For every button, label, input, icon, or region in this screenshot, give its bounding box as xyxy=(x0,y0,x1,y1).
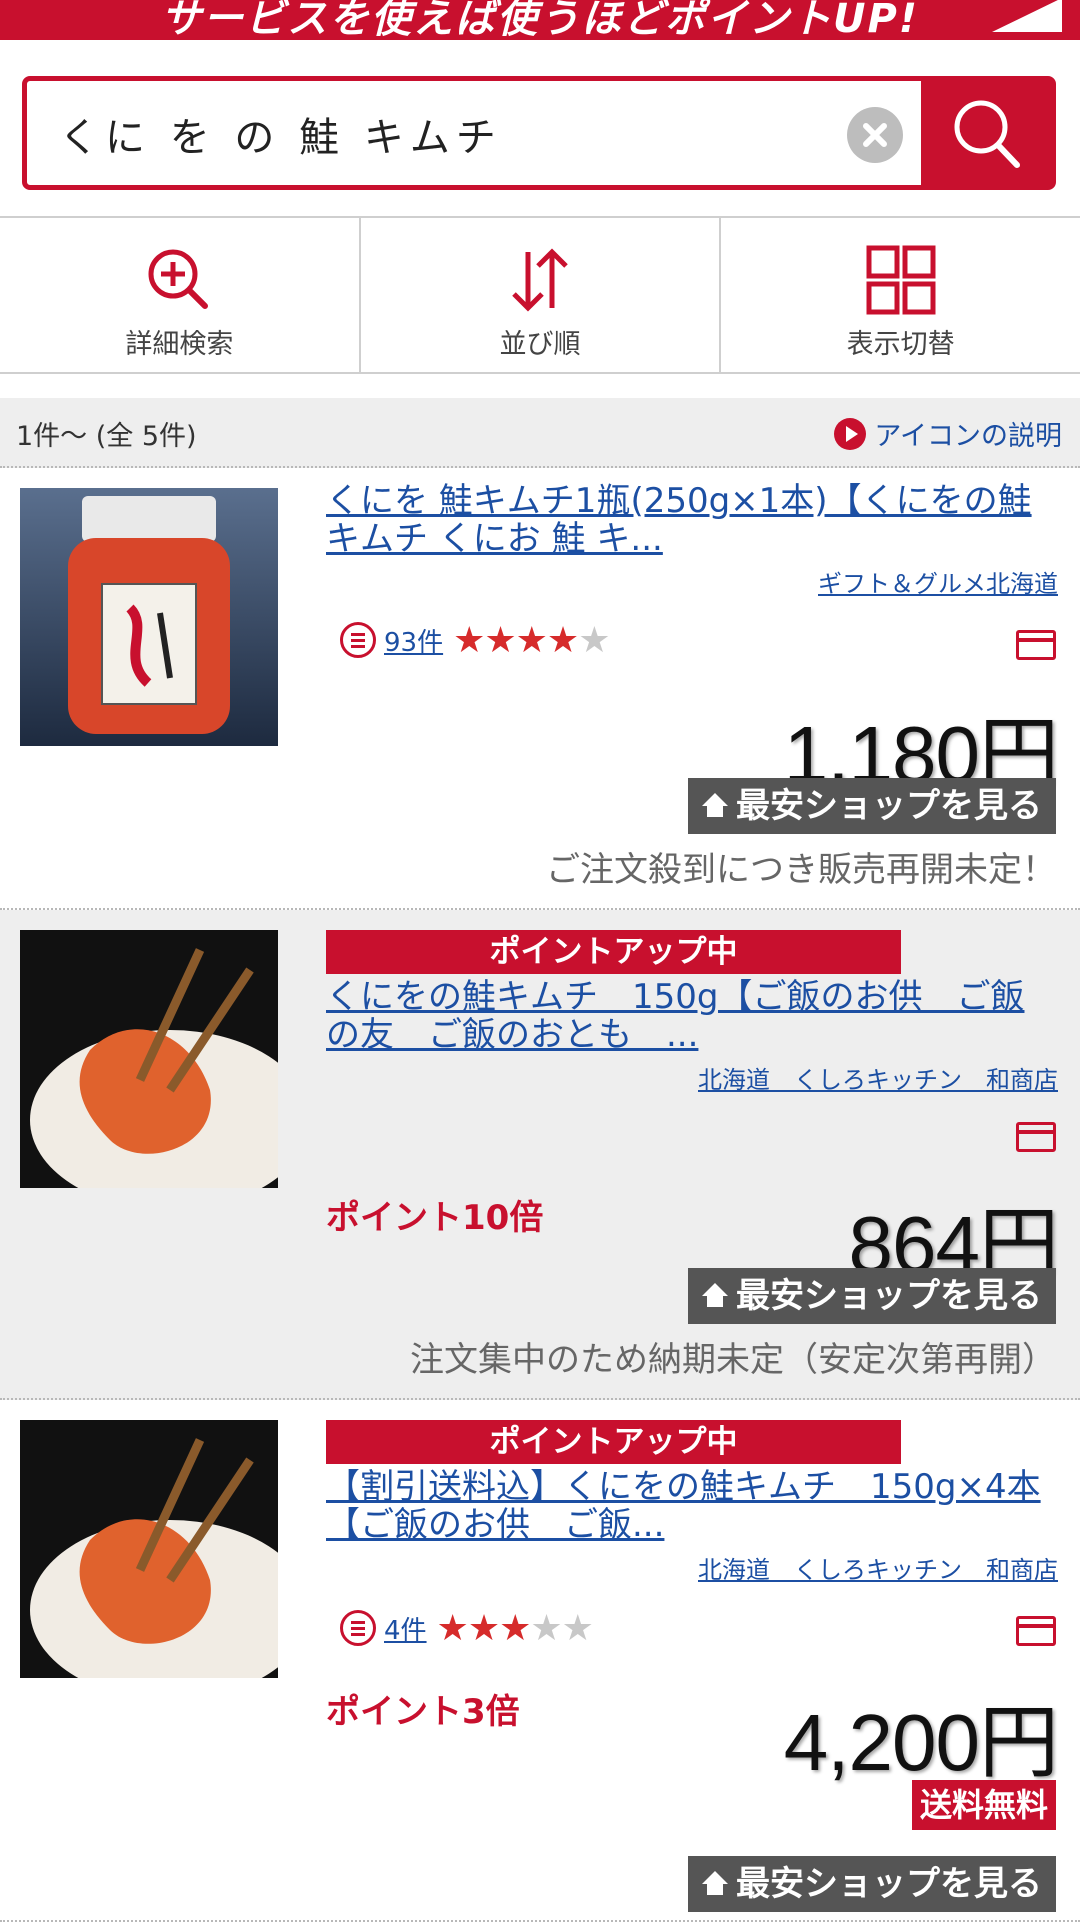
sort-arrows-icon xyxy=(512,248,568,312)
review-summary: 93件 ★★★★★ xyxy=(340,618,610,662)
point-up-banner: ポイントアップ中 xyxy=(326,1420,901,1464)
kimchi-jar-image xyxy=(20,488,278,746)
list-item: ポイントアップ中 【割引送料込】くにをの鮭キムチ 150g×4本【ご飯のお供 ご… xyxy=(0,1400,1080,1922)
cheapest-shop-label: 最安ショップを見る xyxy=(736,1864,1042,1904)
banner-corner-icon xyxy=(992,0,1062,32)
credit-card-icon xyxy=(1016,630,1056,660)
banner-text: サービスを使えば使うほどポイントUP! xyxy=(160,0,920,40)
credit-card-icon xyxy=(1016,1616,1056,1646)
toolbar: 詳細検索 並び順 表示切替 xyxy=(0,216,1080,374)
sort-label: 並び順 xyxy=(499,329,581,360)
review-icon xyxy=(340,622,376,658)
cheapest-shop-label: 最安ショップを見る xyxy=(736,1276,1042,1316)
search-bar xyxy=(22,76,1056,190)
view-toggle-button[interactable]: 表示切替 xyxy=(719,218,1080,372)
sort-button[interactable]: 並び順 xyxy=(358,218,720,372)
product-image[interactable] xyxy=(20,488,278,746)
search-input[interactable] xyxy=(57,81,841,187)
credit-card-icon xyxy=(1016,1122,1056,1152)
top-promo-banner[interactable]: サービスを使えば使うほどポイントUP! xyxy=(0,0,1080,40)
result-count: 1件〜 (全 5件) xyxy=(16,421,197,452)
cheapest-shop-button[interactable]: 最安ショップを見る xyxy=(688,778,1056,834)
clear-search-button[interactable] xyxy=(847,107,903,163)
icon-help-link[interactable]: アイコンの説明 xyxy=(834,414,1062,453)
review-count-link[interactable]: 4件 xyxy=(384,1610,427,1647)
search-icon xyxy=(954,100,1020,168)
product-title-link[interactable]: 【割引送料込】くにをの鮭キムチ 150g×4本【ご飯のお供 ご飯... xyxy=(326,1468,1056,1544)
detail-search-label: 詳細検索 xyxy=(125,329,234,360)
home-icon xyxy=(702,1283,728,1307)
stock-note: 注文集中のため納期未定（安定次第再開） xyxy=(410,1340,1056,1380)
point-multiplier: ポイント3倍 xyxy=(326,1692,520,1732)
home-icon xyxy=(702,1871,728,1895)
cheapest-shop-label: 最安ショップを見る xyxy=(736,786,1042,826)
product-image[interactable] xyxy=(20,1420,278,1678)
list-item: くにを 鮭キムチ1瓶(250g×1本)【くにをの鮭キムチ くにお 鮭 キ... … xyxy=(0,468,1080,910)
stock-note: ご注文殺到につき販売再開未定！ xyxy=(546,850,1056,890)
star-rating: ★★★★★ xyxy=(453,619,610,661)
product-title-link[interactable]: くにをの鮭キムチ 150g【ご飯のお供 ご飯の友 ご飯のおとも ... xyxy=(326,978,1056,1054)
detail-search-button[interactable]: 詳細検索 xyxy=(0,218,359,372)
search-button[interactable] xyxy=(921,81,1051,185)
list-item: ポイントアップ中 くにをの鮭キムチ 150g【ご飯のお供 ご飯の友 ご飯のおとも… xyxy=(0,910,1080,1400)
kimchi-dish-image xyxy=(20,1420,278,1678)
zoom-in-icon xyxy=(148,249,209,309)
star-rating: ★★★★★ xyxy=(436,1607,594,1649)
cheapest-shop-button[interactable]: 最安ショップを見る xyxy=(688,1856,1056,1912)
icon-help-label: アイコンの説明 xyxy=(874,421,1062,452)
grid-icon xyxy=(866,245,936,315)
result-count-bar: 1件〜 (全 5件) アイコンの説明 xyxy=(0,398,1080,468)
price: 4,200円 xyxy=(783,1698,1059,1787)
cheapest-shop-button[interactable]: 最安ショップを見る xyxy=(688,1268,1056,1324)
play-icon xyxy=(834,418,867,450)
free-shipping-badge: 送料無料 xyxy=(911,1780,1056,1830)
product-title-link[interactable]: くにを 鮭キムチ1瓶(250g×1本)【くにをの鮭キムチ くにお 鮭 キ... xyxy=(326,482,1056,558)
shop-link[interactable]: 北海道 くしろキッチン 和商店 xyxy=(698,1550,1058,1585)
shop-link[interactable]: ギフト＆グルメ北海道 xyxy=(818,564,1058,599)
point-up-banner: ポイントアップ中 xyxy=(326,930,901,974)
home-icon xyxy=(702,793,728,817)
kimchi-dish-image xyxy=(20,930,278,1188)
view-toggle-label: 表示切替 xyxy=(846,329,955,360)
review-icon xyxy=(340,1610,376,1646)
review-count-link[interactable]: 93件 xyxy=(384,622,443,659)
product-image[interactable] xyxy=(20,930,278,1188)
close-icon xyxy=(863,123,887,147)
point-multiplier: ポイント10倍 xyxy=(326,1198,544,1238)
shop-link[interactable]: 北海道 くしろキッチン 和商店 xyxy=(698,1060,1058,1095)
review-summary: 4件 ★★★★★ xyxy=(340,1606,594,1650)
